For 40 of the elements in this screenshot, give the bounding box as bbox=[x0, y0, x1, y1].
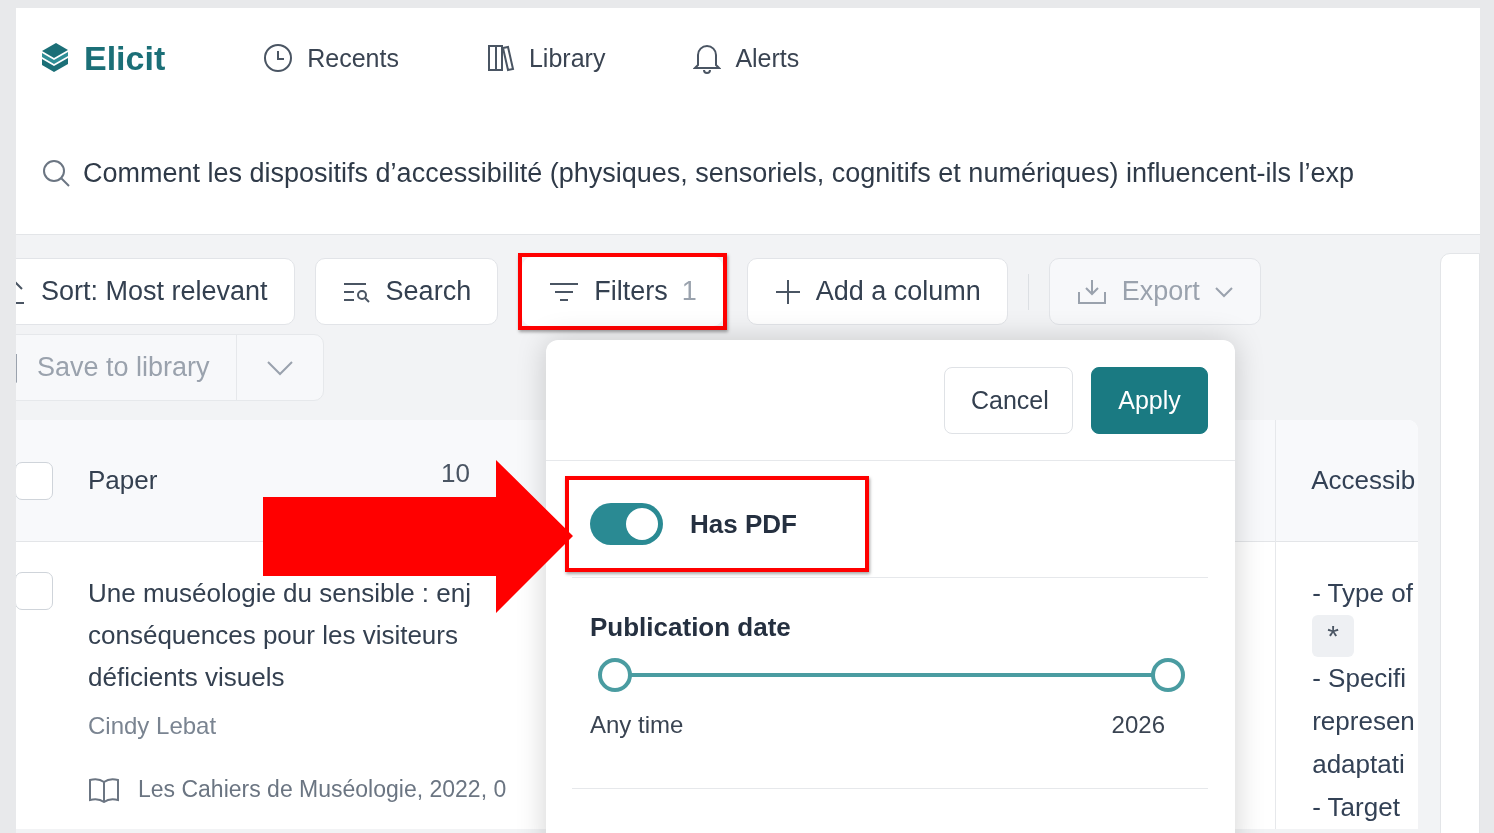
books-icon bbox=[486, 43, 515, 73]
nav-link[interactable]: Recents bbox=[263, 43, 399, 73]
paper-authors: Cindy Lebat bbox=[88, 712, 218, 740]
toolbar-button[interactable]: Search bbox=[314, 258, 499, 325]
toolbar-button[interactable]: Sort: Most relevant bbox=[16, 258, 295, 325]
column-header: Accessib bbox=[1311, 465, 1416, 496]
plus-icon bbox=[773, 277, 802, 306]
slider-thumb[interactable] bbox=[598, 658, 632, 692]
caret-icon bbox=[265, 359, 294, 376]
cancel-button[interactable]: Cancel bbox=[944, 367, 1073, 434]
result-count: 10 bbox=[441, 458, 470, 489]
logo-text: Elicit bbox=[84, 38, 166, 78]
bell-icon bbox=[693, 42, 722, 74]
cell-text: adaptati bbox=[1312, 748, 1406, 781]
nav-link[interactable]: Library bbox=[486, 43, 606, 73]
open-book-icon bbox=[88, 776, 120, 803]
asterisk-chip: * bbox=[1312, 615, 1355, 657]
cell-text: - Specifi bbox=[1312, 662, 1408, 695]
clock-icon bbox=[263, 43, 294, 73]
toggle-label: Has PDF bbox=[690, 508, 797, 540]
slider-label: Any time bbox=[590, 711, 684, 739]
slider-label: 2026 bbox=[1111, 711, 1165, 739]
cell-text: - Type of bbox=[1312, 577, 1414, 610]
apply-button[interactable]: Apply bbox=[1091, 367, 1208, 434]
toggle-switch[interactable] bbox=[590, 503, 663, 545]
toolbar-button[interactable]: Add a column bbox=[746, 258, 1008, 325]
caret-icon bbox=[1213, 285, 1234, 298]
checkbox[interactable] bbox=[16, 461, 53, 500]
cell-text: - Target bbox=[1312, 791, 1401, 824]
search-icon bbox=[41, 158, 71, 188]
toolbar-button[interactable]: Filters 1 bbox=[522, 257, 723, 326]
column-header: Paper bbox=[88, 465, 158, 496]
paper-source: Les Cahiers de Muséologie, 2022, 0 bbox=[138, 776, 507, 803]
download-tray-icon bbox=[1075, 277, 1108, 306]
paper-title[interactable]: Une muséologie du sensible : enj conséquences pour les visiteurs déficients visuels bbox=[88, 572, 548, 698]
cell-text: represen bbox=[1312, 705, 1416, 738]
section-title: Publication date bbox=[590, 612, 792, 643]
nav-link[interactable]: Alerts bbox=[693, 42, 800, 74]
checkbox[interactable] bbox=[16, 572, 53, 610]
slider-thumb[interactable] bbox=[1151, 658, 1185, 692]
